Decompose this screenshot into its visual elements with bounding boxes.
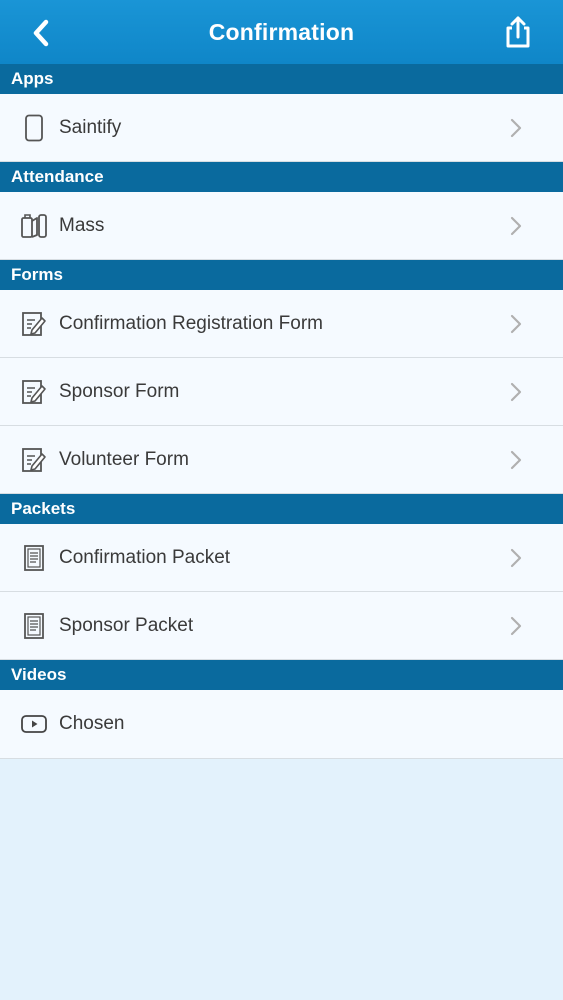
chevron-right-icon <box>510 216 522 235</box>
list-item-label: Mass <box>59 214 105 236</box>
chevron-right-icon-wrap <box>509 548 523 568</box>
section-header-videos: Videos <box>0 660 563 690</box>
chevron-right-icon <box>510 118 522 137</box>
app-header: Confirmation <box>0 0 563 64</box>
document-icon <box>20 612 48 640</box>
section-header-packets: Packets <box>0 494 563 524</box>
document-icon <box>20 544 48 572</box>
list-item-label: Confirmation Registration Form <box>59 312 323 334</box>
form-edit-icon <box>20 378 48 406</box>
list-item-confirmation-packet[interactable]: Confirmation Packet <box>0 524 563 592</box>
share-icon <box>506 16 530 48</box>
list-item-label: Volunteer Form <box>59 448 189 470</box>
share-button[interactable] <box>501 14 535 50</box>
chevron-right-icon <box>510 314 522 333</box>
list-item-mass[interactable]: Mass <box>0 192 563 260</box>
section-header-apps: Apps <box>0 64 563 94</box>
page-title: Confirmation <box>208 18 355 45</box>
chevron-right-icon-wrap <box>509 616 523 636</box>
menu-list: Apps Saintify Attendance Mass Forms Confirmat… <box>0 64 563 759</box>
section-header-attendance: Attendance <box>0 162 563 192</box>
list-item-sponsor-packet[interactable]: Sponsor Packet <box>0 592 563 660</box>
chevron-left-icon <box>33 19 49 47</box>
chevron-right-icon <box>510 616 522 635</box>
list-item-label: Sponsor Form <box>59 380 180 402</box>
form-edit-icon <box>20 446 48 474</box>
chevron-right-icon-wrap <box>509 450 523 470</box>
chevron-right-icon <box>510 548 522 567</box>
phone-icon <box>20 114 48 142</box>
list-item-label: Confirmation Packet <box>59 546 231 568</box>
form-edit-icon <box>20 310 48 338</box>
attendance-icon <box>20 212 48 240</box>
chevron-right-icon <box>510 450 522 469</box>
list-item-sponsor-form[interactable]: Sponsor Form <box>0 358 563 426</box>
chevron-right-icon-wrap <box>509 382 523 402</box>
list-item-label: Chosen <box>59 713 125 734</box>
list-item-chosen[interactable]: Chosen <box>0 690 563 759</box>
chevron-right-icon <box>510 382 522 401</box>
back-button[interactable] <box>26 18 56 48</box>
chevron-right-icon-wrap <box>509 216 523 236</box>
chevron-right-icon-wrap <box>509 118 523 138</box>
list-item-label: Sponsor Packet <box>59 614 194 636</box>
chevron-right-icon-wrap <box>509 314 523 334</box>
list-item-volunteer-form[interactable]: Volunteer Form <box>0 426 563 494</box>
section-header-forms: Forms <box>0 260 563 290</box>
list-item-label: Saintify <box>59 116 122 138</box>
list-item-confirmation-registration-form[interactable]: Confirmation Registration Form <box>0 290 563 358</box>
video-play-icon <box>20 710 48 738</box>
list-item-saintify[interactable]: Saintify <box>0 94 563 162</box>
